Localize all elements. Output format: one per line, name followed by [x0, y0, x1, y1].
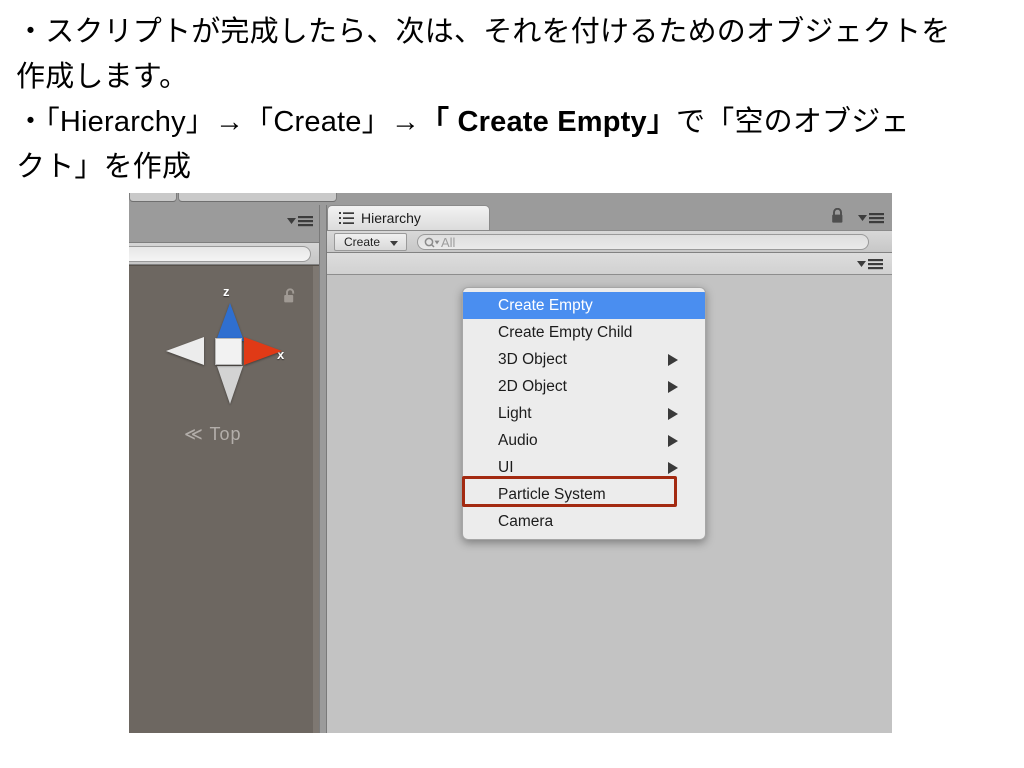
context-menu-item[interactable]: Particle System — [463, 481, 705, 508]
submenu-arrow-icon — [668, 462, 678, 474]
hierarchy-list-icon — [339, 211, 354, 225]
cropped-tab-stub-1[interactable] — [129, 193, 177, 202]
context-menu-item[interactable]: UI — [463, 454, 705, 481]
scene-orientation-gizmo[interactable]: z x ≪ Top — [159, 276, 295, 456]
cropped-tab-strip — [129, 193, 892, 205]
unity-editor-screenshot: z x ≪ Top Hierarchy Create All Create Em… — [129, 193, 892, 733]
submenu-arrow-icon — [668, 435, 678, 447]
gizmo-center-cube[interactable] — [215, 338, 242, 365]
context-menu-item-label: Create Empty — [498, 296, 593, 314]
gizmo-cone-x-negative[interactable] — [166, 337, 204, 365]
slide-line-4: クト」を作成 — [16, 151, 192, 183]
sub-panel-header — [327, 253, 892, 275]
slide-line-3-emphasis: 「 Create Empty」 — [420, 106, 677, 138]
panel-splitter[interactable] — [319, 205, 327, 733]
slide-line-2: 作成します。 — [16, 61, 189, 93]
cropped-tab-stub-2[interactable] — [178, 193, 337, 202]
context-menu-item-label: Audio — [498, 431, 538, 449]
slide-body-text: ・スクリプトが完成したら、次は、それを付けるためのオブジェクトを 作成します。 … — [16, 10, 1016, 190]
tab-hierarchy-label: Hierarchy — [361, 210, 421, 226]
panel-menu-icon[interactable] — [858, 212, 884, 224]
context-menu-item[interactable]: Create Empty Child — [463, 319, 705, 346]
create-button[interactable]: Create — [334, 233, 407, 251]
slide-line-1: ・スクリプトが完成したら、次は、それを付けるためのオブジェクトを — [16, 16, 951, 48]
scene-viewport[interactable]: z x ≪ Top — [129, 265, 319, 733]
hierarchy-toolbar: Create All — [327, 230, 892, 253]
panel-menu-icon[interactable] — [287, 215, 313, 227]
hierarchy-panel: Hierarchy Create All Create Empty Create… — [327, 205, 892, 733]
create-button-label: Create — [344, 235, 381, 249]
context-menu-item-label: 2D Object — [498, 377, 567, 395]
scene-view-toolbar — [129, 205, 319, 242]
panel-menu-icon[interactable] — [857, 258, 883, 270]
context-menu-item-label: Particle System — [498, 485, 606, 503]
tab-hierarchy[interactable]: Hierarchy — [327, 205, 490, 230]
scene-search-input[interactable] — [129, 246, 311, 262]
context-menu-item[interactable]: 2D Object — [463, 373, 705, 400]
gizmo-axis-z-label: z — [223, 284, 230, 299]
context-menu-item-label: Camera — [498, 512, 554, 530]
submenu-arrow-icon — [668, 354, 678, 366]
slide-line-3-suffix: で「空のオブジェ — [676, 106, 910, 138]
context-menu-item[interactable]: Create Empty — [463, 292, 705, 319]
context-menu-item-label: 3D Object — [498, 350, 567, 368]
context-menu-item[interactable]: Camera — [463, 508, 705, 535]
submenu-arrow-icon — [668, 408, 678, 420]
submenu-arrow-icon — [668, 381, 678, 393]
gizmo-cone-z-positive[interactable] — [216, 303, 244, 341]
gizmo-view-label: ≪ Top — [184, 424, 242, 444]
create-context-menu[interactable]: Create Empty Create Empty Child 3D Object 2… — [462, 287, 706, 540]
chevron-down-icon — [390, 241, 398, 246]
context-menu-item[interactable]: Light — [463, 400, 705, 427]
scene-view-panel: z x ≪ Top — [129, 205, 319, 733]
lock-closed-icon[interactable] — [831, 207, 844, 224]
lock-open-icon[interactable] — [283, 288, 297, 305]
gizmo-cone-z-negative[interactable] — [217, 366, 243, 404]
hierarchy-search-input[interactable]: All — [417, 234, 869, 250]
context-menu-item-label: Light — [498, 404, 532, 422]
slide-line-3-prefix: ・「Hierarchy」→「Create」→ — [16, 106, 421, 138]
context-menu-item[interactable]: 3D Object — [463, 346, 705, 373]
hierarchy-search-placeholder: All — [441, 234, 456, 250]
context-menu-item-label: UI — [498, 458, 514, 476]
scene-view-searchbar — [129, 242, 319, 265]
context-menu-item-label: Create Empty Child — [498, 323, 633, 341]
search-icon[interactable] — [424, 237, 440, 248]
gizmo-cone-x-positive[interactable] — [244, 337, 282, 365]
context-menu-item[interactable]: Audio — [463, 427, 705, 454]
